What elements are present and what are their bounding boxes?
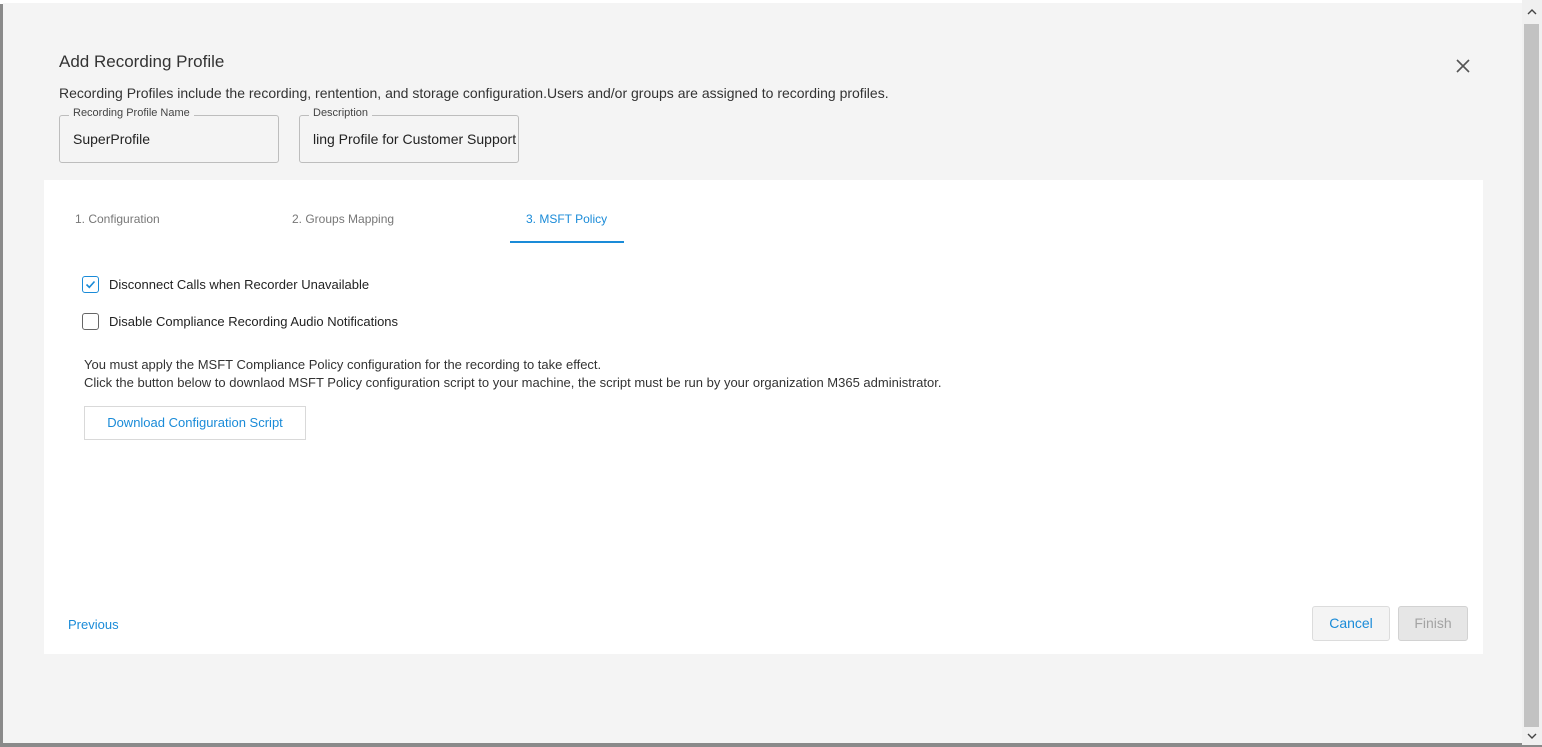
- active-tab-indicator: [510, 241, 624, 243]
- recording-profile-name-label: Recording Profile Name: [69, 107, 194, 119]
- download-configuration-script-button[interactable]: Download Configuration Script: [84, 406, 306, 440]
- dialog-subtitle: Recording Profiles include the recording…: [59, 85, 889, 101]
- recording-profile-name-value[interactable]: SuperProfile: [73, 131, 150, 147]
- recording-profile-name-field[interactable]: Recording Profile Name SuperProfile: [59, 107, 279, 163]
- scroll-down-arrow-icon[interactable]: [1526, 729, 1538, 741]
- description-label: Description: [309, 107, 373, 119]
- scroll-up-arrow-icon[interactable]: [1526, 5, 1538, 17]
- description-value[interactable]: ling Profile for Customer Support: [313, 131, 517, 147]
- dialog-title: Add Recording Profile: [59, 52, 225, 71]
- tab-configuration[interactable]: 1. Configuration: [75, 212, 160, 226]
- tab-groups-mapping[interactable]: 2. Groups Mapping: [292, 212, 394, 226]
- policy-info-line-1: You must apply the MSFT Compliance Polic…: [84, 357, 602, 372]
- disable-audio-notifications-label: Disable Compliance Recording Audio Notif…: [109, 314, 399, 329]
- cancel-button[interactable]: Cancel: [1312, 606, 1390, 641]
- wizard-panel: 1. Configuration 2. Groups Mapping 3. MS…: [44, 180, 1483, 654]
- add-recording-profile-dialog: Add Recording Profile Recording Profiles…: [3, 3, 1522, 743]
- disconnect-calls-label: Disconnect Calls when Recorder Unavailab…: [109, 277, 370, 292]
- scrollbar-thumb[interactable]: [1524, 24, 1539, 727]
- checkmark-icon: [85, 280, 96, 289]
- previous-button[interactable]: Previous: [68, 617, 119, 632]
- finish-button: Finish: [1398, 606, 1468, 641]
- close-icon[interactable]: [1452, 55, 1474, 77]
- tab-msft-policy[interactable]: 3. MSFT Policy: [526, 212, 607, 226]
- policy-info-line-2: Click the button below to downlaod MSFT …: [84, 375, 942, 390]
- disconnect-calls-checkbox[interactable]: [82, 276, 99, 293]
- disable-audio-notifications-checkbox[interactable]: [82, 313, 99, 330]
- description-field[interactable]: Description ling Profile for Customer Su…: [299, 107, 519, 163]
